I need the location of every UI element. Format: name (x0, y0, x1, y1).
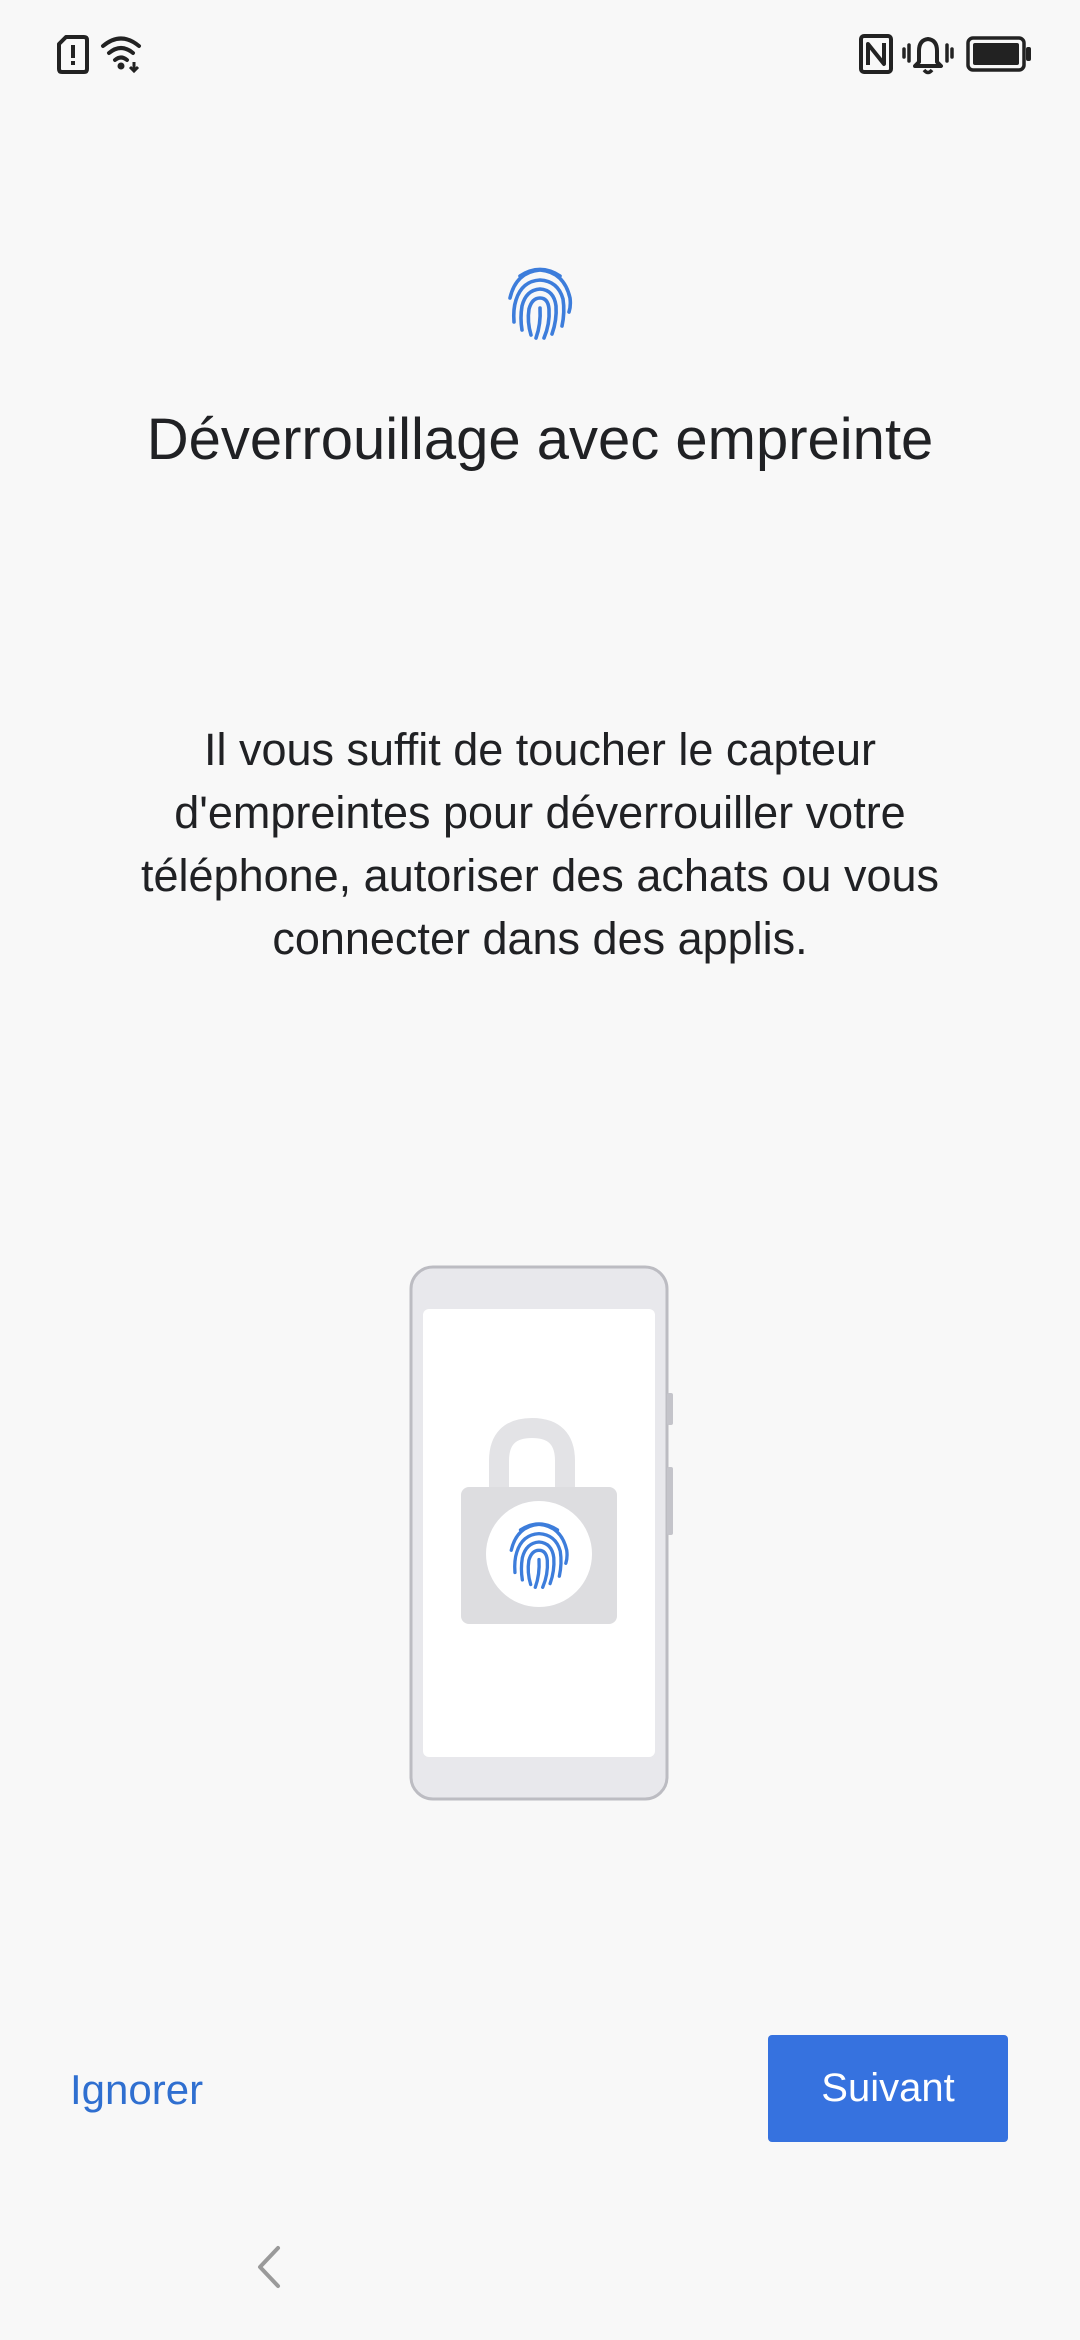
nfc-icon (859, 34, 893, 74)
fingerprint-icon (508, 267, 573, 340)
back-chevron-icon[interactable] (248, 2240, 292, 2294)
page-title: Déverrouillage avec empreinte (146, 407, 934, 472)
status-bar (0, 0, 1080, 110)
phone-illustration (409, 1265, 673, 1801)
wifi-icon (101, 36, 141, 74)
sim-alert-icon (57, 35, 89, 74)
skip-button[interactable]: Ignorer (70, 2050, 203, 2130)
description-text: Il vous suffit de toucher le capteur d'e… (140, 724, 940, 964)
battery-icon (966, 36, 1031, 72)
next-button[interactable]: Suivant (768, 2035, 1008, 2142)
vibrate-icon (902, 37, 954, 75)
